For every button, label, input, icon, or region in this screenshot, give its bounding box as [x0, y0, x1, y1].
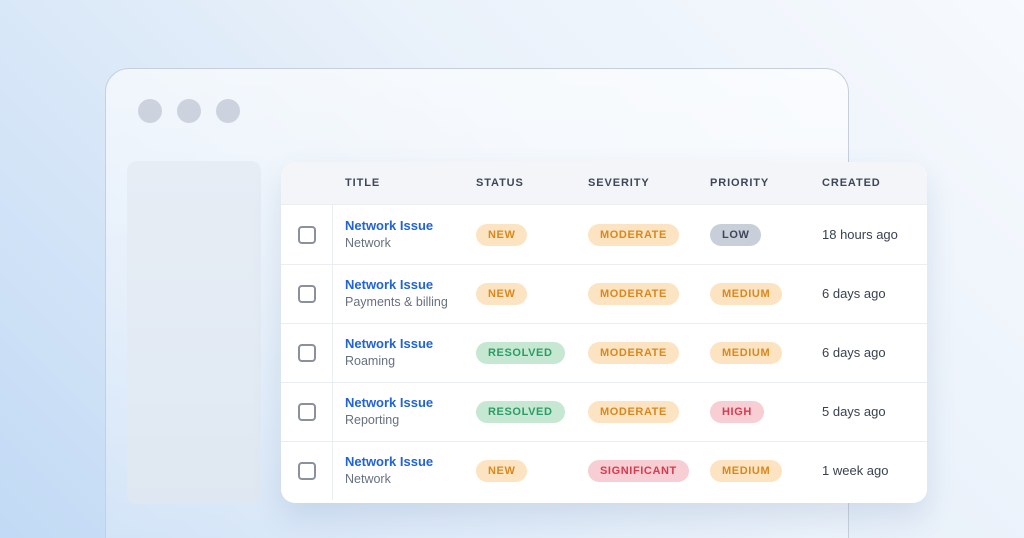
priority-badge: MEDIUM: [710, 342, 783, 364]
sidebar-placeholder: [127, 161, 261, 504]
issue-subtitle: Network: [345, 472, 391, 487]
issue-title-link[interactable]: Network Issue: [345, 336, 464, 352]
column-header-title[interactable]: TITLE: [333, 177, 464, 189]
status-badge: RESOLVED: [476, 401, 565, 423]
severity-badge: MODERATE: [588, 283, 679, 305]
window-controls: [138, 99, 240, 123]
table-header-row: TITLE STATUS SEVERITY PRIORITY CREATED: [281, 162, 927, 205]
created-timestamp: 6 days ago: [822, 345, 886, 360]
created-timestamp: 1 week ago: [822, 463, 889, 478]
issue-title-link[interactable]: Network Issue: [345, 395, 464, 411]
window-control-dot-icon[interactable]: [177, 99, 201, 123]
row-checkbox[interactable]: [297, 462, 316, 480]
severity-badge: MODERATE: [588, 342, 679, 364]
created-timestamp: 18 hours ago: [822, 226, 898, 242]
column-header-created[interactable]: CREATED: [810, 177, 927, 189]
issue-title-link[interactable]: Network Issue: [345, 218, 464, 234]
status-badge: RESOLVED: [476, 342, 565, 364]
table-row: Network Issue Payments & billing NEW MOD…: [281, 264, 927, 323]
status-badge: NEW: [476, 460, 528, 482]
priority-badge: MEDIUM: [710, 460, 783, 482]
priority-badge: HIGH: [710, 401, 764, 423]
table-row: Network Issue Network NEW SIGNIFICANT ME…: [281, 441, 927, 500]
row-checkbox[interactable]: [297, 225, 316, 244]
column-header-severity[interactable]: SEVERITY: [576, 177, 698, 189]
status-badge: NEW: [476, 283, 528, 305]
status-badge: NEW: [476, 223, 528, 246]
window-control-dot-icon[interactable]: [138, 99, 162, 123]
issue-subtitle: Roaming: [345, 354, 396, 369]
row-checkbox[interactable]: [297, 403, 316, 421]
table-row: Network Issue Roaming RESOLVED MODERATE …: [281, 323, 927, 382]
issue-subtitle: Reporting: [345, 413, 400, 428]
issue-subtitle: Payments & billing: [345, 295, 448, 310]
created-timestamp: 5 days ago: [822, 404, 886, 419]
issue-subtitle: Network: [345, 235, 391, 250]
issue-title-link[interactable]: Network Issue: [345, 454, 464, 470]
table-row: Network Issue Network NEW MODERATE LOW 1…: [281, 205, 927, 264]
row-checkbox[interactable]: [297, 285, 316, 303]
column-header-status[interactable]: STATUS: [464, 177, 576, 189]
header-checkbox-spacer: [281, 162, 333, 204]
priority-badge: MEDIUM: [710, 283, 783, 305]
severity-badge: SIGNIFICANT: [588, 460, 689, 482]
severity-badge: MODERATE: [588, 223, 679, 246]
window-control-dot-icon[interactable]: [216, 99, 240, 123]
severity-badge: MODERATE: [588, 401, 679, 423]
priority-badge: LOW: [710, 223, 762, 246]
created-timestamp: 6 days ago: [822, 286, 886, 301]
issue-title-link[interactable]: Network Issue: [345, 277, 464, 293]
row-checkbox[interactable]: [297, 344, 316, 362]
column-header-priority[interactable]: PRIORITY: [698, 177, 810, 189]
issues-table-card: TITLE STATUS SEVERITY PRIORITY CREATED N…: [281, 162, 927, 503]
table-row: Network Issue Reporting RESOLVED MODERAT…: [281, 382, 927, 441]
